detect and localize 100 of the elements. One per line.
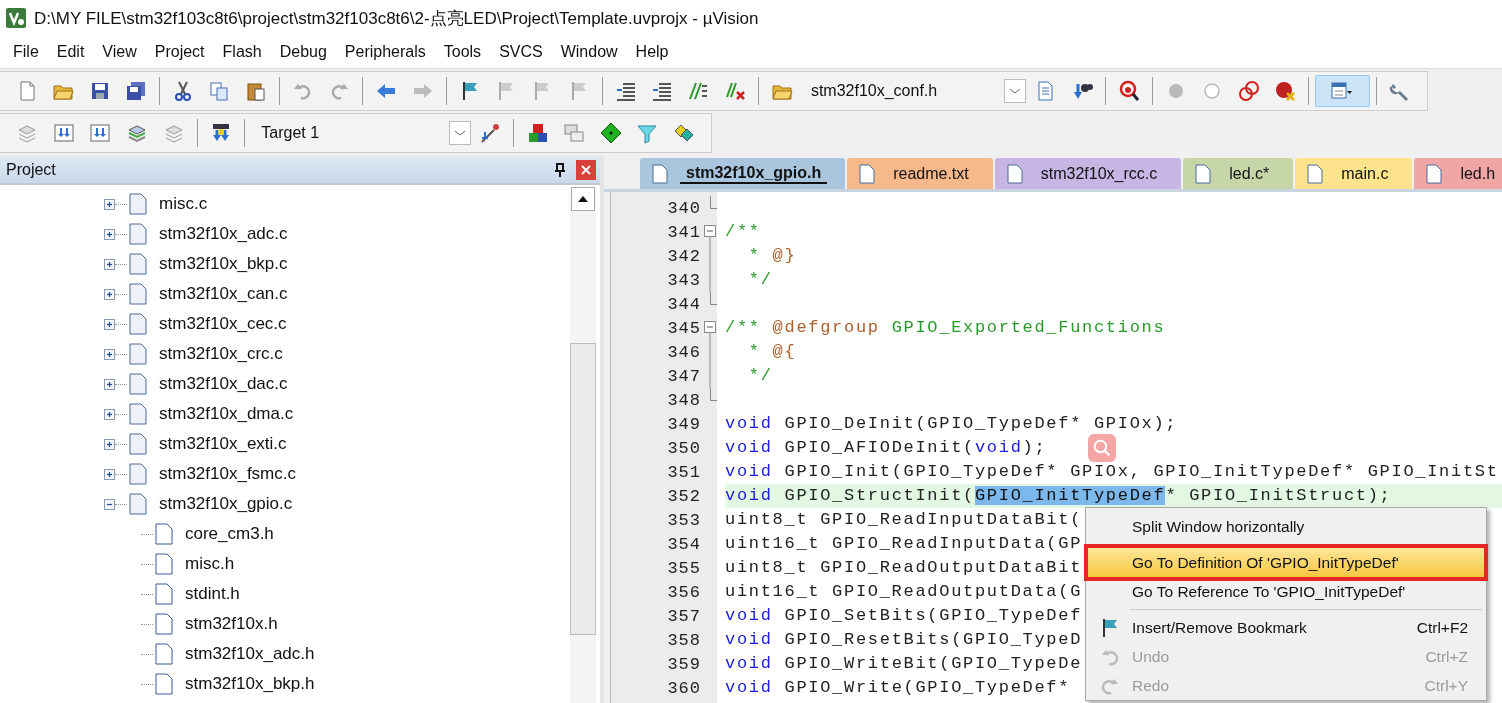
expand-icon[interactable] [104,468,115,480]
tree-item[interactable]: stm32f10x_exti.c [159,434,287,454]
file-icon [129,403,147,425]
file-icon [652,163,668,184]
blocks-icon[interactable] [526,122,549,144]
code-line: void GPIO_DeInit(GPIO_TypeDef* GPIOx); [725,414,1178,433]
tree-item[interactable]: stm32f10x_crc.c [159,344,283,364]
download-icon[interactable] [89,122,112,144]
close-icon[interactable] [576,159,596,180]
tree-item[interactable]: stm32f10x_fsmc.c [159,464,296,484]
diamonds-icon[interactable] [672,122,695,144]
file-tab[interactable]: readme.txt [847,158,993,189]
target-combo[interactable]: Target 1 [251,118,471,148]
tree-item[interactable]: stm32f10x_bkp.h [185,674,315,694]
tree-item[interactable]: misc.c [159,194,208,214]
tree-item[interactable]: stm32f10x_bkp.c [159,254,288,274]
magnifier-icon[interactable] [1117,80,1140,102]
menu-item[interactable]: Help [626,39,678,65]
expand-icon[interactable] [104,348,115,360]
file-tab[interactable]: main.c [1295,158,1413,189]
line-number: 342 [666,246,702,266]
fold-end-mark [709,196,717,209]
copy-icon[interactable] [208,80,231,102]
code-line: void GPIO_StructInit(GPIO_InitTypeDef* GPIO_InitStruct); [725,486,1392,505]
menu-item[interactable]: Edit [47,39,94,65]
collapse-icon[interactable] [104,498,115,510]
indent-icon[interactable] [614,80,637,102]
scrollbar[interactable] [570,187,596,703]
code-line: void GPIO_Init(GPIO_TypeDef* GPIOx, GPIO_InitTypeDef* GPIO_InitSt [725,462,1499,481]
paste-icon[interactable] [244,80,267,102]
tree-item[interactable]: stm32f10x_cec.c [159,314,287,334]
file-tab[interactable]: stm32f10x_gpio.h [640,158,846,189]
line-number: 353 [666,510,702,530]
tree-item[interactable]: misc.h [185,554,235,574]
expand-icon[interactable] [104,258,115,270]
unindent-icon[interactable] [651,80,674,102]
window-layout-button[interactable] [1314,75,1370,107]
fold-end-mark [709,292,717,305]
code-line: /** [725,222,761,241]
menu-item[interactable]: Window [551,39,627,65]
file-icon [155,643,173,665]
expand-icon[interactable] [104,408,115,420]
expand-icon[interactable] [104,228,115,240]
tree-item[interactable]: stm32f10x_adc.h [185,644,315,664]
file-tab[interactable]: led.h [1414,158,1502,189]
comment-icon[interactable] [687,80,710,102]
menu-item[interactable]: View [93,39,146,65]
menu-item[interactable]: Split Window horizontally [1088,512,1484,541]
file-icon [859,163,876,184]
scroll-thumb[interactable] [570,343,596,635]
file-icon [155,583,173,605]
file-icon [129,463,147,485]
funnel-icon[interactable] [636,122,659,144]
menu-item[interactable]: SVCS [490,39,552,65]
save-all-icon[interactable] [124,80,147,102]
tree-item[interactable]: core_cm3.h [185,524,274,544]
expand-icon[interactable] [104,378,115,390]
file-tab[interactable]: led.c* [1183,158,1294,189]
uncomment-icon[interactable] [723,80,746,102]
expand-icon[interactable] [104,318,115,330]
file-icon [1307,163,1324,184]
line-number: 344 [666,294,702,314]
expand-icon[interactable] [104,198,115,210]
expand-icon[interactable] [104,438,115,450]
tree-item[interactable]: stm32f10x.h [185,614,278,634]
menu-item[interactable]: Debug [270,39,336,65]
pin-icon[interactable] [554,162,566,177]
code-line: void GPIO_AFIODeInit(void); [725,438,1047,457]
download-icon[interactable] [52,122,75,144]
menu-item[interactable]: Project [145,39,214,65]
file-icon [1426,163,1443,184]
rings-icon[interactable] [1237,80,1260,102]
circle-cross-icon[interactable] [1273,80,1296,102]
line-number: 349 [666,414,702,434]
tree-item[interactable]: stdint.h [185,584,240,604]
window-icon [1331,80,1354,102]
tree-item[interactable]: stm32f10x_dac.c [159,374,288,394]
tree-item[interactable]: stm32f10x_can.c [159,284,288,304]
menu-item[interactable]: Flash [213,39,271,65]
scroll-up-icon[interactable] [571,187,595,211]
expand-icon[interactable] [104,288,115,300]
line-number: 343 [666,270,702,290]
menu-item[interactable]: File [4,39,48,65]
line-number: 358 [666,630,702,650]
file-combo[interactable]: stm32f10x_conf.h [800,76,1027,106]
file-icon [1195,163,1212,184]
tree-item[interactable]: stm32f10x_adc.c [159,224,288,244]
menu-item[interactable]: Go To Reference To 'GPIO_InitTypeDef' [1088,577,1484,606]
menu-item[interactable]: Peripherals [335,39,435,65]
tree-item[interactable]: stm32f10x_gpio.c [159,494,293,514]
file-icon [155,523,173,545]
code-line: void GPIO_WriteBit(GPIO_TypeDe [725,654,1083,673]
file-icon [129,343,147,365]
menu-item[interactable]: Tools [434,39,491,65]
file-tab[interactable]: stm32f10x_rcc.c [994,158,1182,189]
file-icon [129,493,147,515]
menu-item[interactable]: Insert/Remove Bookmark Ctrl+F2 [1088,613,1484,642]
diamond-icon[interactable] [599,122,622,144]
file-icon [129,193,147,215]
tree-item[interactable]: stm32f10x_dma.c [159,404,294,424]
